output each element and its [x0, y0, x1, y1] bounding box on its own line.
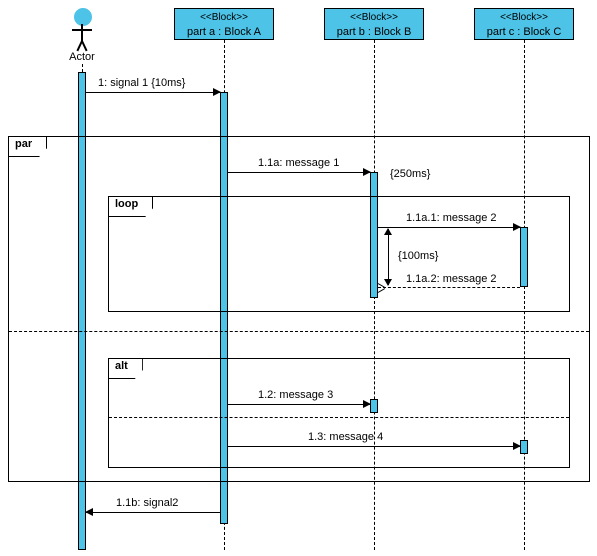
actor-label: Actor — [57, 51, 107, 63]
duration-bracket — [388, 229, 389, 285]
message-1-1a: 1.1a: message 1 — [228, 172, 370, 173]
arrow-right-icon — [513, 442, 521, 450]
message-1-1a-1-label: 1.1a.1: message 2 — [406, 212, 497, 224]
alt-divider — [109, 417, 569, 418]
arrow-right-icon — [213, 88, 221, 96]
fragment-alt-tag: alt — [109, 359, 143, 379]
message-1-1b: 1.1b: signal2 — [86, 512, 220, 513]
arrow-left-icon — [85, 508, 93, 516]
message-1-1a-1: 1.1a.1: message 2 — [378, 227, 520, 228]
duration-top-arrow-icon — [384, 228, 392, 235]
arrow-right-icon — [513, 223, 521, 231]
par-divider — [9, 331, 589, 332]
arrow-left-open-icon — [378, 283, 386, 293]
message-1-label: 1: signal 1 {10ms} — [98, 77, 185, 89]
message-1-1a-2-label: 1.1a.2: message 2 — [406, 273, 497, 285]
label-a: part a : Block A — [175, 25, 273, 39]
label-c: part c : Block C — [475, 25, 573, 39]
actor-arms-line — [72, 29, 92, 31]
message-1-1a-label: 1.1a: message 1 — [258, 157, 339, 169]
message-1-3: 1.3: message 4 — [228, 446, 520, 447]
actor-leg-right — [81, 41, 87, 52]
arrow-right-icon — [363, 400, 371, 408]
label-b: part b : Block B — [325, 25, 423, 39]
message-1-2: 1.2: message 3 — [228, 404, 370, 405]
lifeline-header-c: <<Block>> part c : Block C — [474, 8, 574, 40]
constraint-100ms: {100ms} — [398, 250, 438, 262]
actor-head-icon — [74, 8, 92, 26]
arrow-right-icon — [363, 168, 371, 176]
lifeline-header-a: <<Block>> part a : Block A — [174, 8, 274, 40]
stereotype-c: <<Block>> — [475, 11, 573, 25]
message-1: 1: signal 1 {10ms} — [86, 92, 220, 93]
fragment-par-tag: par — [9, 137, 47, 157]
message-1-3-label: 1.3: message 4 — [308, 431, 383, 443]
message-1-1b-label: 1.1b: signal2 — [116, 497, 178, 509]
message-1-2-label: 1.2: message 3 — [258, 389, 333, 401]
stereotype-a: <<Block>> — [175, 11, 273, 25]
fragment-loop: loop — [108, 196, 570, 312]
lifeline-header-b: <<Block>> part b : Block B — [324, 8, 424, 40]
message-1-1a-2: 1.1a.2: message 2 — [378, 287, 520, 288]
fragment-loop-tag: loop — [109, 197, 153, 217]
stereotype-b: <<Block>> — [325, 11, 423, 25]
fragment-alt: alt — [108, 358, 570, 468]
constraint-250ms: {250ms} — [390, 168, 430, 180]
